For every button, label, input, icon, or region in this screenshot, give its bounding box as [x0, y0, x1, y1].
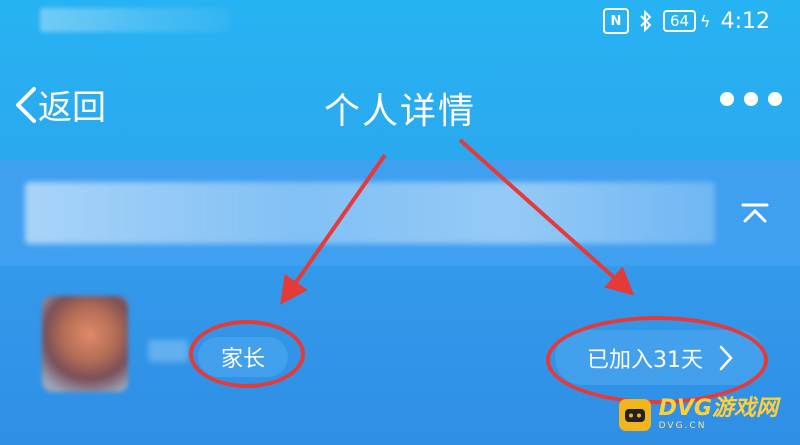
nfc-icon: N	[602, 8, 629, 34]
role-highlight-circle	[189, 320, 305, 388]
notice-blurred-content	[25, 182, 715, 244]
more-icon[interactable]	[720, 92, 782, 106]
watermark-logo-icon	[618, 398, 651, 431]
status-bar: N 64 ϟ 4:12	[0, 0, 800, 46]
more-dot	[744, 92, 758, 106]
watermark: DVG游戏网 DVG.CN	[618, 396, 778, 431]
status-bar-blurred-content	[40, 8, 230, 32]
notice-band	[0, 160, 800, 266]
watermark-name: DVG游戏网	[658, 396, 778, 421]
battery-icon: 64	[662, 10, 697, 32]
more-dot	[768, 92, 782, 106]
nav-bar: 返回 个人详情	[0, 60, 800, 152]
page-title: 个人详情	[323, 91, 476, 132]
joined-highlight-circle	[546, 316, 768, 404]
user-name-blurred	[148, 340, 188, 362]
avatar[interactable]	[42, 296, 128, 392]
charging-icon: ϟ	[700, 11, 711, 31]
status-icons: N 64 ϟ 4:12	[602, 8, 770, 34]
more-dot	[720, 92, 734, 106]
collapse-icon[interactable]	[740, 202, 770, 224]
watermark-url: DVG.CN	[658, 421, 707, 431]
battery-level: 64	[669, 12, 690, 30]
bluetooth-icon	[640, 10, 652, 32]
status-time: 4:12	[720, 8, 770, 34]
